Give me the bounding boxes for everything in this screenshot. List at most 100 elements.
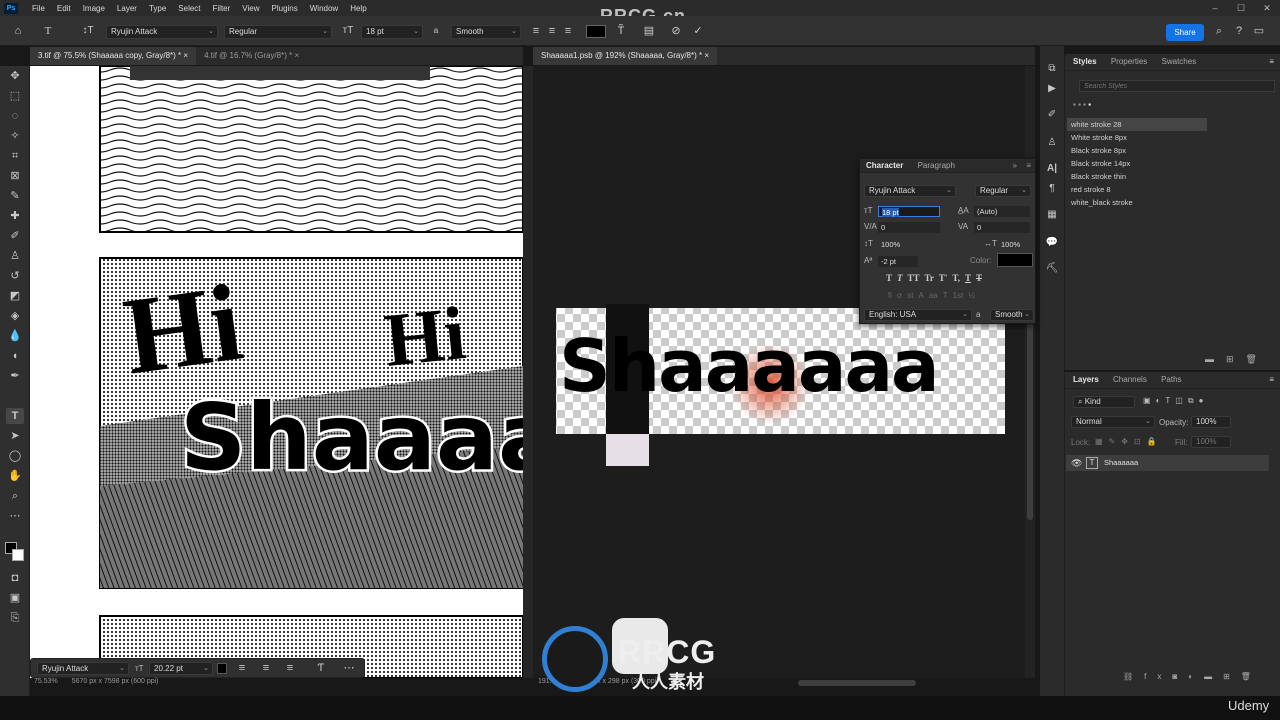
eraser-tool-icon[interactable]: ◩ bbox=[6, 288, 24, 304]
faux-italic-button[interactable]: T bbox=[897, 273, 903, 283]
view-large-icon[interactable]: ▪ bbox=[1083, 100, 1086, 109]
antialias-dropdown[interactable]: Smooth ⌄ bbox=[451, 25, 521, 39]
help-icon[interactable]: ? bbox=[1232, 24, 1246, 38]
left-canvas-scrollbar[interactable] bbox=[523, 66, 533, 678]
superscript-button[interactable]: T' bbox=[939, 273, 948, 283]
filter-shape-icon[interactable]: ◫ bbox=[1175, 396, 1188, 405]
tab-paths[interactable]: Paths bbox=[1155, 372, 1187, 388]
zoom-tool-icon[interactable]: ⌕ bbox=[6, 488, 24, 504]
delete-layer-icon[interactable]: 🗑 bbox=[1241, 672, 1262, 681]
language-dropdown[interactable]: English: USA ⌄ bbox=[864, 309, 972, 321]
right-canvas-vscroll-thumb[interactable] bbox=[1027, 320, 1033, 520]
new-style-icon[interactable]: ⊞ bbox=[1226, 354, 1246, 364]
style-item[interactable]: red stroke 8 bbox=[1067, 183, 1207, 196]
brush-tool-icon[interactable]: ✐ bbox=[6, 228, 24, 244]
minimize-icon[interactable]: – bbox=[1202, 3, 1228, 13]
share-button[interactable]: Share bbox=[1166, 24, 1204, 41]
baseline-shift-field[interactable]: -2 pt bbox=[878, 256, 918, 267]
left-zoom-level[interactable]: 75.53% bbox=[34, 678, 58, 685]
tab-channels[interactable]: Channels bbox=[1107, 372, 1153, 388]
fractions-button[interactable]: ½ bbox=[968, 291, 975, 300]
close-tab-icon[interactable]: × bbox=[294, 51, 299, 60]
visibility-eye-icon[interactable]: 👁 bbox=[1071, 455, 1082, 471]
vertical-scale-field[interactable]: 100% bbox=[878, 239, 918, 250]
fill-field[interactable]: 100% bbox=[1191, 436, 1231, 448]
align-right-icon[interactable]: ≡ bbox=[283, 661, 297, 675]
tab-properties[interactable]: Properties bbox=[1105, 54, 1153, 70]
healing-brush-tool-icon[interactable]: ✚ bbox=[6, 208, 24, 224]
type-tool-icon[interactable]: T bbox=[6, 408, 24, 424]
photoshop-logo-icon[interactable]: Ps bbox=[4, 2, 18, 14]
path-selection-tool-icon[interactable]: ➤ bbox=[6, 428, 24, 444]
opacity-field[interactable]: 100% bbox=[1191, 416, 1231, 428]
font-size-dropdown[interactable]: 18 pt ⌄ bbox=[361, 25, 423, 39]
new-group-icon[interactable]: ▬ bbox=[1204, 672, 1223, 681]
hand-tool-icon[interactable]: ✋ bbox=[6, 468, 24, 484]
lasso-tool-icon[interactable]: ◌ bbox=[6, 108, 24, 124]
menu-view[interactable]: View bbox=[236, 4, 265, 13]
add-mask-icon[interactable]: ◙ bbox=[1172, 672, 1188, 681]
font-family-dropdown[interactable]: Ryujin Attack ⌄ bbox=[106, 25, 218, 39]
subscript-button[interactable]: T, bbox=[952, 273, 960, 283]
close-window-icon[interactable]: ✕ bbox=[1254, 3, 1280, 14]
filter-type-icon[interactable]: T bbox=[1165, 396, 1175, 405]
panel-menu-icon[interactable]: ≡ bbox=[1269, 54, 1274, 70]
workspace-icon[interactable]: ▭ bbox=[1252, 24, 1266, 38]
tab-styles[interactable]: Styles bbox=[1067, 54, 1103, 70]
ordinals-st-button[interactable]: 1st bbox=[953, 291, 964, 300]
swatches-icon[interactable]: ▦ bbox=[1045, 208, 1059, 222]
font-size-dropdown[interactable]: 20.22 pt ⌄ bbox=[149, 662, 213, 675]
style-item[interactable]: Black stroke thin bbox=[1067, 170, 1207, 183]
kerning-field[interactable]: 0 bbox=[878, 222, 940, 233]
view-small-icon[interactable]: ▪ bbox=[1073, 100, 1076, 109]
glyphs-icon[interactable]: ⛏ bbox=[1045, 262, 1059, 276]
view-list-icon[interactable]: ▪ bbox=[1088, 100, 1091, 109]
tracking-field[interactable]: 0 bbox=[974, 222, 1030, 233]
warp-text-icon[interactable]: T̃ bbox=[614, 24, 628, 38]
history-icon[interactable]: ⧉ bbox=[1045, 62, 1059, 76]
link-layers-icon[interactable]: ⛓ bbox=[1123, 672, 1144, 681]
font-family-dropdown[interactable]: Ryujin Attack ⌄ bbox=[37, 662, 129, 675]
frame-tool-icon[interactable]: ⊠ bbox=[6, 168, 24, 184]
discretionary-ligatures-button[interactable]: ơ bbox=[897, 291, 902, 300]
blur-tool-icon[interactable]: 💧 bbox=[6, 328, 24, 344]
text-color-swatch[interactable] bbox=[217, 663, 227, 674]
close-tab-icon[interactable]: × bbox=[183, 51, 188, 60]
leading-field[interactable]: (Auto) bbox=[974, 206, 1030, 217]
view-medium-icon[interactable]: ▪ bbox=[1078, 100, 1081, 109]
text-color-swatch[interactable] bbox=[586, 25, 606, 38]
blend-mode-dropdown[interactable]: Normal ⌄ bbox=[1071, 416, 1155, 428]
brush-settings-icon[interactable]: ✐ bbox=[1045, 108, 1059, 122]
tab-character[interactable]: Character bbox=[860, 159, 909, 173]
commit-edit-icon[interactable]: ✓ bbox=[691, 24, 705, 38]
quick-mask-icon[interactable]: ◘ bbox=[6, 570, 24, 586]
delete-style-icon[interactable]: 🗑 bbox=[1246, 354, 1269, 364]
background-color-swatch[interactable] bbox=[12, 549, 24, 561]
menu-help[interactable]: Help bbox=[344, 4, 372, 13]
search-icon[interactable]: ⌕ bbox=[1212, 24, 1226, 38]
text-options-icon[interactable]: Ƭ bbox=[313, 661, 329, 675]
eyedropper-tool-icon[interactable]: ✎ bbox=[6, 188, 24, 204]
style-item[interactable]: Black stroke 14px bbox=[1067, 157, 1207, 170]
align-left-icon[interactable]: ≡ bbox=[235, 661, 249, 675]
move-tool-icon[interactable]: ✥ bbox=[6, 68, 24, 84]
left-canvas[interactable]: Hi Hi Shaaaaa bbox=[30, 66, 523, 678]
filter-adjustment-icon[interactable]: ◐ bbox=[1156, 396, 1166, 405]
tab-swatches[interactable]: Swatches bbox=[1156, 54, 1203, 70]
style-item[interactable]: Black stroke 8px bbox=[1067, 144, 1207, 157]
swash-button[interactable]: st bbox=[907, 291, 913, 300]
menu-filter[interactable]: Filter bbox=[207, 4, 237, 13]
pen-tool-icon[interactable]: ✒ bbox=[6, 368, 24, 384]
magic-wand-tool-icon[interactable]: ✧ bbox=[6, 128, 24, 144]
font-style-dropdown[interactable]: Regular ⌄ bbox=[975, 185, 1031, 197]
more-options-icon[interactable]: ⋯ bbox=[341, 661, 357, 675]
antialias-dropdown[interactable]: Smooth ⌄ bbox=[990, 309, 1034, 321]
marquee-tool-icon[interactable]: ⬚ bbox=[6, 88, 24, 104]
menu-type[interactable]: Type bbox=[143, 4, 172, 13]
style-item[interactable]: white stroke 28 bbox=[1067, 118, 1207, 131]
paragraph-panel-icon[interactable]: ¶ bbox=[1045, 182, 1059, 196]
layer-filter-dropdown[interactable]: ⌕ Kind bbox=[1073, 396, 1135, 408]
ellipse-tool-icon[interactable]: ◯ bbox=[6, 448, 24, 464]
right-canvas-hscroll-thumb[interactable] bbox=[798, 680, 916, 686]
filter-toggle-icon[interactable]: ● bbox=[1199, 396, 1209, 405]
